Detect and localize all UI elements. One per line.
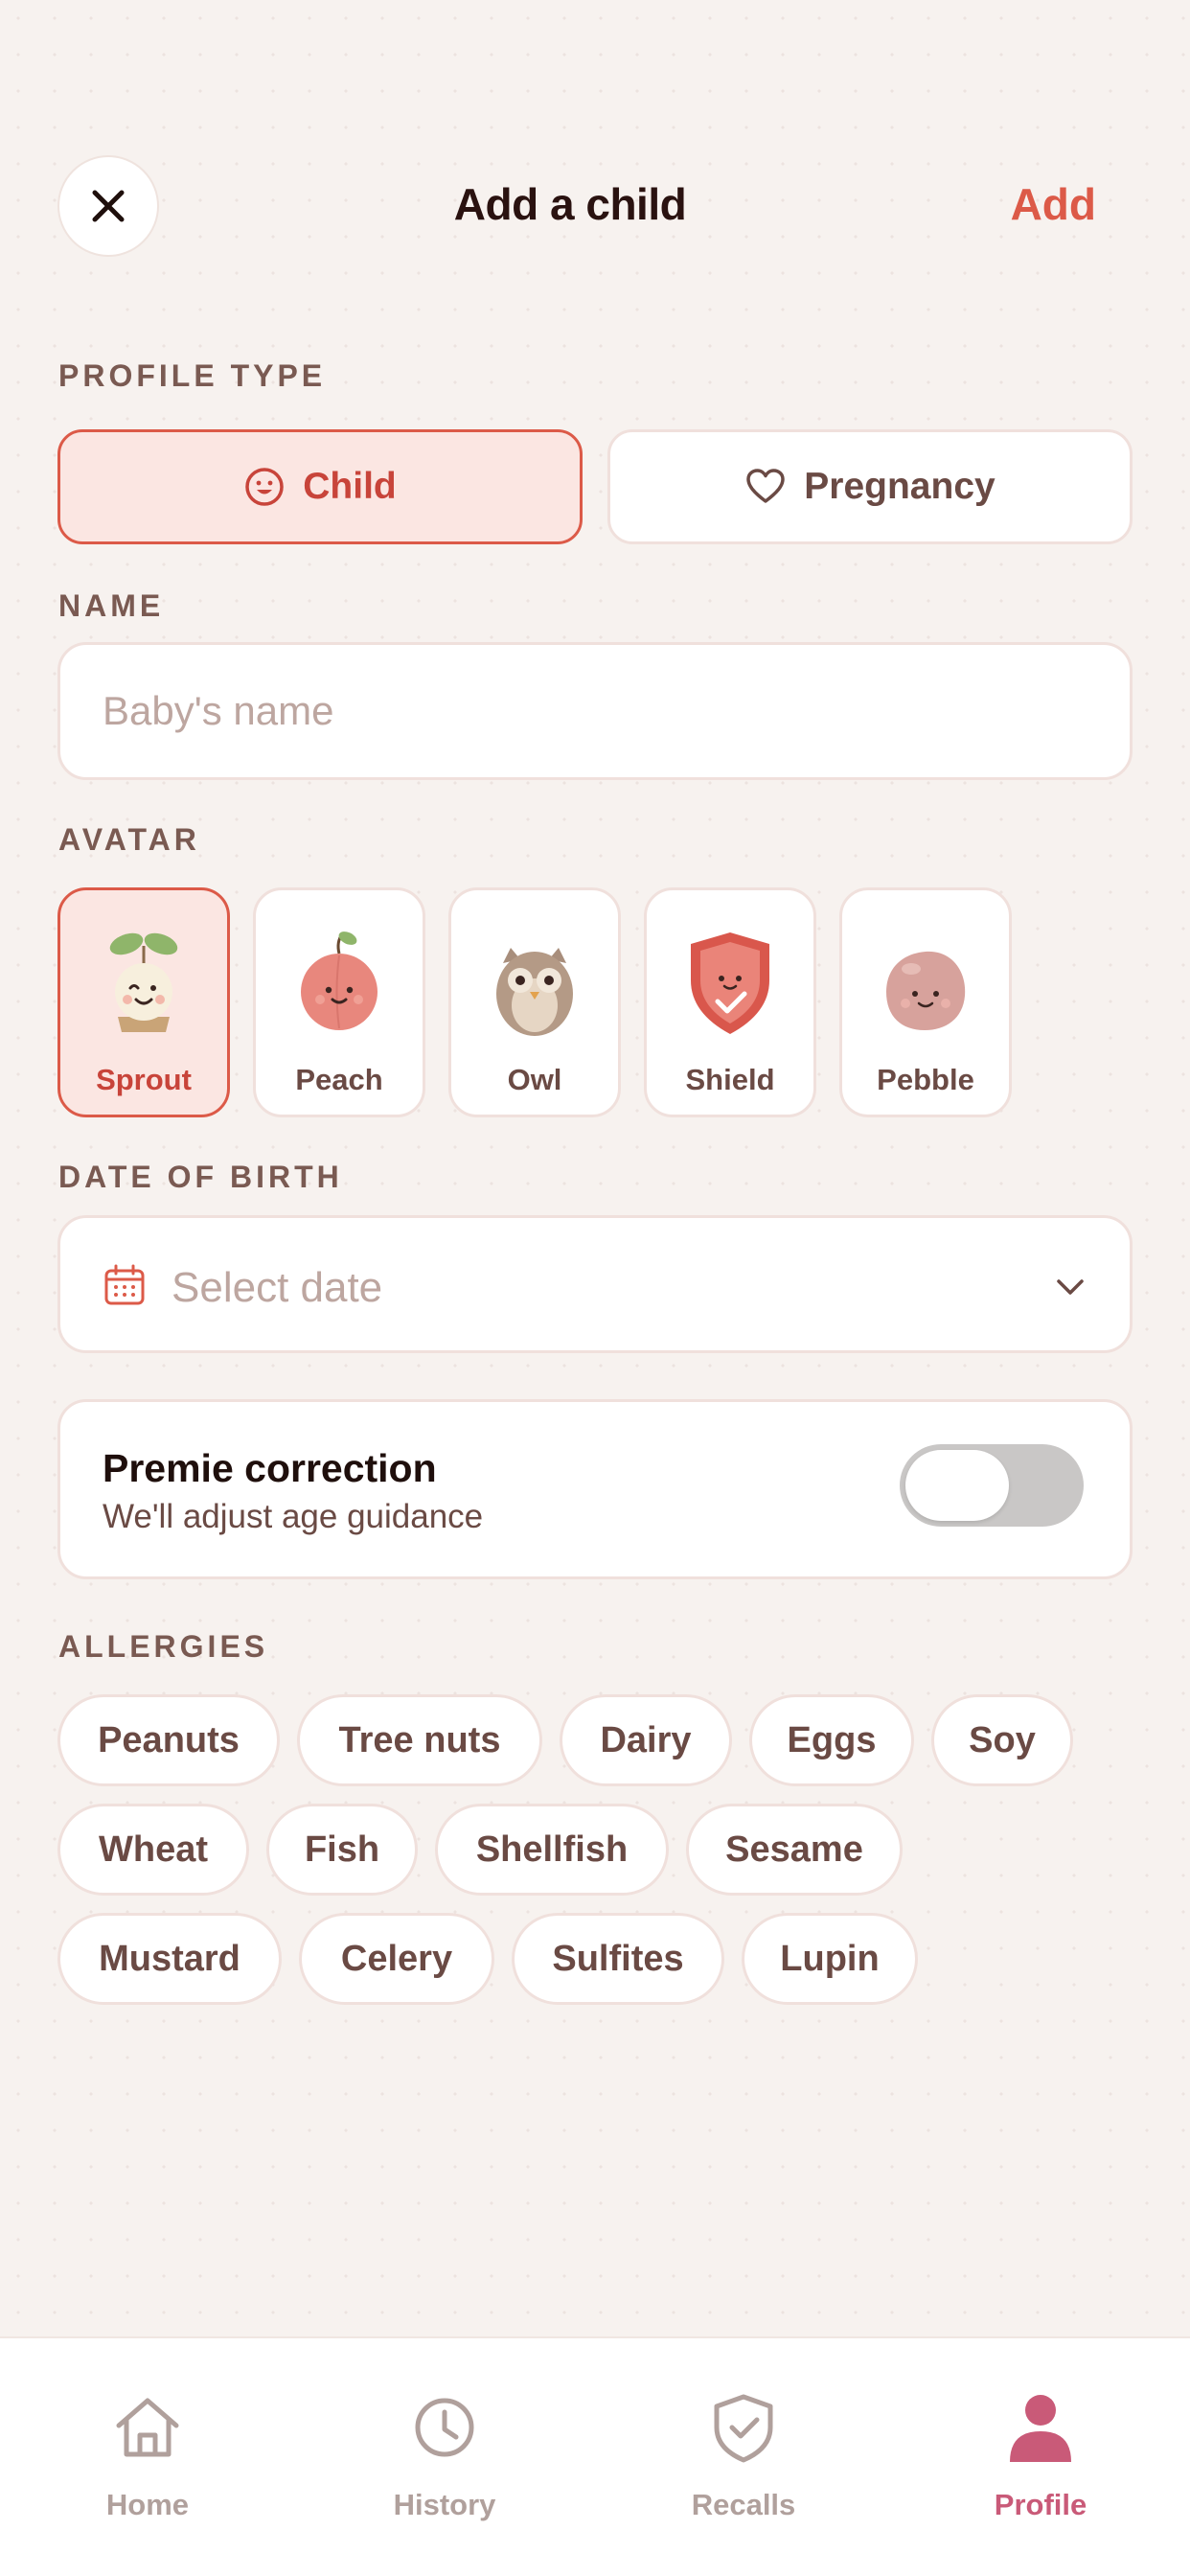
premie-correction-card: Premie correction We'll adjust age guida… — [57, 1399, 1133, 1579]
allergy-chip-fish[interactable]: Fish — [266, 1804, 418, 1896]
profile-type-label: PROFILE TYPE — [58, 358, 327, 393]
allergy-chip-lupin[interactable]: Lupin — [742, 1913, 918, 2005]
profile-type-child[interactable]: Child — [57, 429, 583, 544]
avatar-owl[interactable]: Owl — [448, 887, 621, 1117]
avatar-shield[interactable]: Shield — [644, 887, 816, 1117]
tab-bar: Home History Recalls Profile — [0, 2336, 1190, 2576]
owl-avatar-icon — [496, 948, 573, 1036]
allergy-chip-tree-nuts[interactable]: Tree nuts — [297, 1694, 542, 1786]
allergy-chip-dairy[interactable]: Dairy — [560, 1694, 732, 1786]
avatar-pebble[interactable]: Pebble — [839, 887, 1012, 1117]
premie-correction-title: Premie correction — [103, 1446, 437, 1490]
name-label: NAME — [58, 588, 165, 623]
allergy-chip-peanuts[interactable]: Peanuts — [57, 1694, 280, 1786]
allergy-chip-wheat[interactable]: Wheat — [57, 1804, 249, 1896]
avatar-owl-label: Owl — [507, 1063, 562, 1096]
shield-check-icon — [714, 2394, 773, 2463]
allergy-chip-soy[interactable]: Soy — [931, 1694, 1073, 1786]
tab-profile-label: Profile — [994, 2488, 1087, 2521]
pebble-avatar-icon — [886, 951, 966, 1030]
smiley-icon — [245, 468, 284, 506]
name-input[interactable] — [57, 642, 1133, 780]
premie-correction-subtitle: We'll adjust age guidance — [103, 1498, 484, 1535]
shield-avatar-icon — [691, 932, 769, 1034]
tab-home[interactable]: Home — [42, 2384, 253, 2522]
premie-correction-toggle[interactable] — [900, 1444, 1084, 1527]
calendar-icon — [104, 1264, 145, 1305]
tab-history[interactable]: History — [339, 2384, 550, 2522]
allergy-chip-sesame[interactable]: Sesame — [686, 1804, 903, 1896]
tab-home-label: Home — [105, 2488, 190, 2521]
clock-icon — [415, 2398, 474, 2457]
allergy-chip-mustard[interactable]: Mustard — [57, 1913, 282, 2005]
allergies-label: ALLERGIES — [58, 1629, 269, 1664]
tab-recalls-label: Recalls — [691, 2488, 796, 2521]
peach-avatar-icon — [301, 932, 378, 1030]
avatar-shield-label: Shield — [685, 1063, 775, 1096]
tab-profile[interactable]: Profile — [935, 2384, 1146, 2522]
avatar-sprout-label: Sprout — [96, 1063, 192, 1096]
allergy-chip-eggs[interactable]: Eggs — [749, 1694, 914, 1786]
avatar-peach-label: Peach — [295, 1063, 383, 1096]
person-icon — [1010, 2395, 1071, 2462]
profile-type-pregnancy-label: Pregnancy — [804, 466, 995, 507]
profile-type-pregnancy[interactable]: Pregnancy — [607, 429, 1133, 544]
avatar-sprout[interactable]: Sprout — [57, 887, 230, 1117]
chevron-down-icon — [1057, 1279, 1084, 1295]
allergy-chip-shellfish[interactable]: Shellfish — [435, 1804, 669, 1896]
page-title: Add a child — [453, 179, 687, 229]
avatar-label: AVATAR — [58, 822, 200, 857]
profile-type-child-label: Child — [303, 466, 397, 507]
home-icon — [116, 2398, 179, 2457]
tab-history-label: History — [393, 2488, 496, 2521]
avatar-pebble-label: Pebble — [877, 1063, 974, 1096]
date-of-birth-placeholder: Select date — [172, 1264, 383, 1311]
allergy-chip-sulfites[interactable]: Sulfites — [512, 1913, 724, 2005]
toggle-knob — [905, 1450, 1009, 1521]
heart-icon — [746, 469, 786, 503]
date-of-birth-field[interactable]: Select date — [57, 1215, 1133, 1353]
add-button[interactable]: Add — [1011, 178, 1096, 230]
avatar-peach[interactable]: Peach — [253, 887, 425, 1117]
sprout-avatar-icon — [109, 932, 178, 1032]
allergy-chip-celery[interactable]: Celery — [299, 1913, 494, 2005]
tab-recalls[interactable]: Recalls — [638, 2384, 849, 2522]
date-of-birth-label: DATE OF BIRTH — [58, 1160, 343, 1194]
